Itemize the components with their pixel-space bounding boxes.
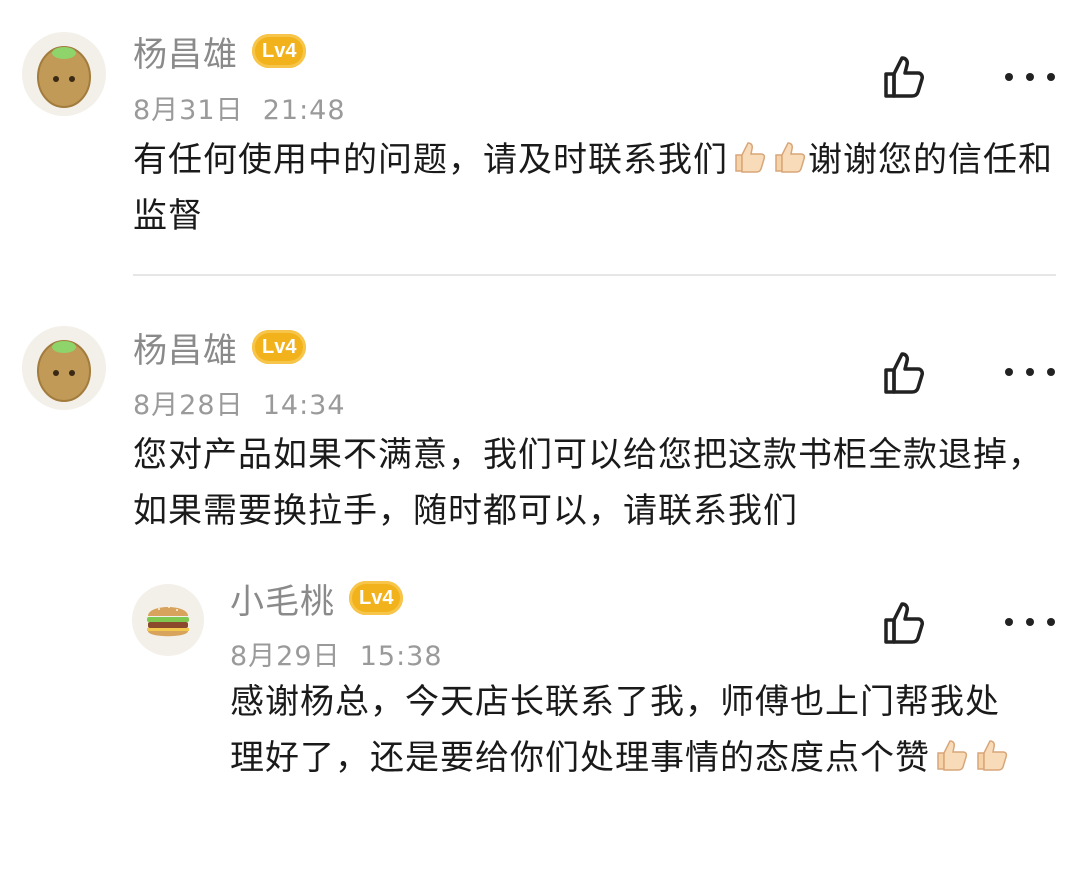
- avatar-kiwi[interactable]: [22, 32, 106, 116]
- comment-timestamp: 8月28日 14:34: [133, 383, 346, 422]
- reply-timestamp: 8月29日 15:38: [230, 634, 443, 673]
- reply-header: 小毛桃 Lv4: [230, 573, 404, 623]
- dot-icon: [1047, 73, 1055, 81]
- burger-avatar-icon: [147, 606, 189, 637]
- comment-date: 8月31日: [133, 95, 244, 126]
- dot-icon: [1005, 73, 1013, 81]
- dot-icon: [1026, 73, 1034, 81]
- author-name[interactable]: 小毛桃: [230, 574, 335, 623]
- comment-date: 8月28日: [133, 390, 244, 421]
- thumbs-up-emoji-icon: [735, 142, 766, 173]
- comment-text: 您对产品如果不满意，我们可以给您把这款书柜全款退掉，如果需要换拉手，随时都可以，…: [133, 435, 1043, 531]
- divider: [133, 274, 1056, 276]
- reply-time: 15:38: [359, 641, 443, 672]
- reply-date: 8月29日: [230, 641, 341, 672]
- comment-text-part: 有任何使用中的问题，请及时联系我们: [133, 140, 728, 180]
- dot-icon: [1047, 368, 1055, 376]
- thumbs-up-outline-icon[interactable]: [880, 52, 930, 102]
- avatar-burger[interactable]: [132, 584, 204, 656]
- comment-header: 杨昌雄 Lv4: [133, 322, 307, 372]
- more-options-button[interactable]: [1005, 62, 1055, 92]
- thumbs-up-outline-icon[interactable]: [880, 348, 930, 398]
- dot-icon: [1005, 618, 1013, 626]
- avatar-kiwi[interactable]: [22, 326, 106, 410]
- dot-icon: [1005, 368, 1013, 376]
- level-badge: Lv4: [252, 34, 307, 68]
- dot-icon: [1047, 618, 1055, 626]
- comment-header: 杨昌雄 Lv4: [133, 26, 307, 76]
- comment-text: 有任何使用中的问题，请及时联系我们 谢谢您的信任和监督: [133, 132, 1063, 244]
- author-name[interactable]: 杨昌雄: [133, 27, 238, 76]
- dot-icon: [1026, 618, 1034, 626]
- comment-time: 14:34: [262, 390, 346, 421]
- comment-timestamp: 8月31日 21:48: [133, 88, 346, 127]
- more-options-button[interactable]: [1005, 607, 1055, 637]
- kiwi-avatar-icon: [37, 340, 91, 402]
- reply-text-part: 感谢杨总，今天店长联系了我，师傅也上门帮我处理好了，还是要给你们处理事情的态度点…: [230, 682, 1000, 778]
- dot-icon: [1026, 368, 1034, 376]
- kiwi-avatar-icon: [37, 46, 91, 108]
- level-badge: Lv4: [252, 330, 307, 364]
- more-options-button[interactable]: [1005, 357, 1055, 387]
- thumbs-up-emoji-icon: [937, 740, 968, 771]
- comment-time: 21:48: [262, 95, 346, 126]
- thumbs-up-outline-icon[interactable]: [880, 598, 930, 648]
- level-badge: Lv4: [349, 581, 404, 615]
- comment-list: 杨昌雄 Lv4 8月31日 21:48 有任何使用中的问题，请及时联系我们 谢谢…: [0, 0, 1080, 886]
- reply-text: 感谢杨总，今天店长联系了我，师傅也上门帮我处理好了，还是要给你们处理事情的态度点…: [230, 674, 1030, 786]
- author-name[interactable]: 杨昌雄: [133, 323, 238, 372]
- thumbs-up-emoji-icon: [977, 740, 1008, 771]
- thumbs-up-emoji-icon: [775, 142, 806, 173]
